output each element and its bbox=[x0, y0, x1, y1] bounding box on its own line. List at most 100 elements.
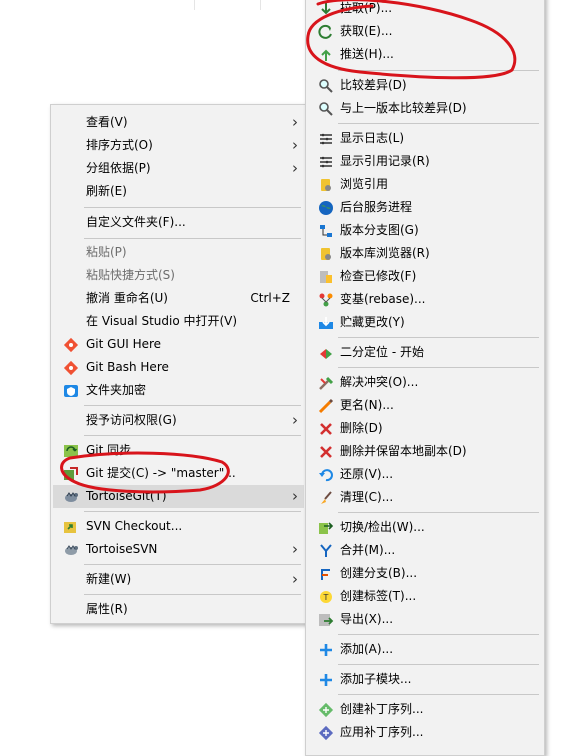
menu-item-cleanup[interactable]: 清理(C)... bbox=[308, 486, 542, 509]
svg-text:T: T bbox=[323, 593, 329, 602]
menu-item-git-sync[interactable]: Git 同步... bbox=[53, 439, 304, 462]
menu-item-create-patch[interactable]: 创建补丁序列... bbox=[308, 698, 542, 721]
menu-item-apply-patch[interactable]: 应用补丁序列... bbox=[308, 721, 542, 744]
menu-item-label: 显示引用记录(R) bbox=[340, 154, 430, 168]
submenu-arrow-icon: › bbox=[292, 411, 298, 429]
menu-item-label: Git Bash Here bbox=[86, 360, 169, 374]
menu-item-paste[interactable]: 粘贴(P) bbox=[53, 241, 304, 264]
branch-icon bbox=[321, 569, 330, 580]
globe-icon bbox=[319, 201, 333, 215]
menu-item-label: 自定义文件夹(F)... bbox=[86, 215, 186, 229]
menu-item-label: 解决冲突(O)... bbox=[340, 375, 419, 389]
menu-item-check-modifications[interactable]: 检查已修改(F) bbox=[308, 265, 542, 288]
submenu-arrow-icon: › bbox=[292, 540, 298, 558]
menu-item-open-visual-studio[interactable]: 在 Visual Studio 中打开(V) bbox=[53, 310, 304, 333]
menu-item-properties[interactable]: 属性(R) bbox=[53, 598, 304, 621]
browse-refs-icon bbox=[321, 179, 331, 191]
column-divider bbox=[194, 0, 195, 10]
menu-item-diff[interactable]: 比较差异(D) bbox=[308, 74, 542, 97]
menu-item-label: 添加(A)... bbox=[340, 642, 394, 656]
menu-item-view[interactable]: 查看(V) › bbox=[53, 111, 304, 134]
plus-icon bbox=[320, 644, 332, 656]
menu-item-sort[interactable]: 排序方式(O) › bbox=[53, 134, 304, 157]
menu-item-revision-graph[interactable]: 版本分支图(G) bbox=[308, 219, 542, 242]
menu-separator bbox=[338, 634, 539, 635]
bisect-icon bbox=[320, 349, 332, 359]
submenu-arrow-icon: › bbox=[292, 570, 298, 588]
menu-item-rebase[interactable]: 变基(rebase)... bbox=[308, 288, 542, 311]
menu-item-label: 添加子模块... bbox=[340, 672, 412, 686]
menu-item-label: 属性(R) bbox=[86, 602, 128, 616]
menu-item-label: 文件夹加密 bbox=[86, 383, 147, 397]
menu-item-repo-browser[interactable]: 版本库浏览器(R) bbox=[308, 242, 542, 265]
menu-item-add[interactable]: 添加(A)... bbox=[308, 638, 542, 661]
menu-item-show-reflog[interactable]: 显示引用记录(R) bbox=[308, 150, 542, 173]
menu-item-show-log[interactable]: 显示日志(L) bbox=[308, 127, 542, 150]
menu-item-label: 拉取(P)... bbox=[340, 1, 393, 15]
menu-item-new[interactable]: 新建(W) › bbox=[53, 568, 304, 591]
export-icon bbox=[319, 614, 334, 626]
menu-item-svn-checkout[interactable]: SVN Checkout... bbox=[53, 515, 304, 538]
menu-item-refresh[interactable]: 刷新(E) bbox=[53, 180, 304, 203]
menu-item-export[interactable]: 导出(X)... bbox=[308, 608, 542, 631]
menu-item-push[interactable]: 推送(H)... bbox=[308, 43, 542, 66]
menu-item-git-gui[interactable]: Git GUI Here bbox=[53, 333, 304, 356]
menu-item-label: 合并(M)... bbox=[340, 543, 396, 557]
menu-item-diff-prev[interactable]: 与上一版本比较差异(D) bbox=[308, 97, 542, 120]
menu-item-label: 创建标签(T)... bbox=[340, 589, 417, 603]
menu-item-rename[interactable]: 更名(N)... bbox=[308, 394, 542, 417]
menu-item-undo-rename[interactable]: 撤消 重命名(U) Ctrl+Z bbox=[53, 287, 304, 310]
menu-item-folder-encrypt[interactable]: 文件夹加密 bbox=[53, 379, 304, 402]
menu-item-git-bash[interactable]: Git Bash Here bbox=[53, 356, 304, 379]
stash-icon bbox=[319, 317, 333, 329]
menu-item-group[interactable]: 分组依据(P) › bbox=[53, 157, 304, 180]
git-diamond-icon bbox=[63, 360, 79, 376]
repo-browser-icon bbox=[321, 248, 331, 260]
menu-separator bbox=[338, 664, 539, 665]
menu-item-bisect-start[interactable]: 二分定位 - 开始 bbox=[308, 341, 542, 364]
menu-item-label: 推送(H)... bbox=[340, 47, 394, 61]
log-icon bbox=[320, 133, 332, 145]
menu-item-git-commit[interactable]: Git 提交(C) -> "master"... bbox=[53, 462, 304, 485]
menu-separator bbox=[84, 594, 301, 595]
menu-item-revert[interactable]: 还原(V)... bbox=[308, 463, 542, 486]
menu-item-add-submodule[interactable]: 添加子模块... bbox=[308, 668, 542, 691]
rename-pen-icon bbox=[318, 398, 334, 414]
menu-item-resolve-conflicts[interactable]: 解决冲突(O)... bbox=[308, 371, 542, 394]
menu-item-label: 后台服务进程 bbox=[340, 200, 413, 214]
menu-item-label: 清理(C)... bbox=[340, 490, 394, 504]
menu-item-create-tag[interactable]: T 创建标签(T)... bbox=[308, 585, 542, 608]
menu-item-fetch[interactable]: 获取(E)... bbox=[308, 20, 542, 43]
menu-item-browse-refs[interactable]: 浏览引用 bbox=[308, 173, 542, 196]
menu-item-tortoisegit[interactable]: TortoiseGit(T) › bbox=[53, 485, 304, 508]
menu-item-tortoisesvn[interactable]: TortoiseSVN › bbox=[53, 538, 304, 561]
menu-item-label: 删除并保留本地副本(D) bbox=[340, 444, 467, 458]
menu-separator bbox=[338, 512, 539, 513]
menu-item-customize-folder[interactable]: 自定义文件夹(F)... bbox=[53, 211, 304, 234]
menu-item-delete-keep-local[interactable]: 删除并保留本地副本(D) bbox=[308, 440, 542, 463]
menu-item-label: 浏览引用 bbox=[340, 177, 389, 191]
tortoisesvn-icon bbox=[65, 545, 78, 555]
menu-item-paste-shortcut[interactable]: 粘贴快捷方式(S) bbox=[53, 264, 304, 287]
revert-icon bbox=[319, 469, 333, 482]
menu-item-label: 排序方式(O) bbox=[86, 138, 153, 152]
menu-separator bbox=[84, 207, 301, 208]
menu-item-merge[interactable]: 合并(M)... bbox=[308, 539, 542, 562]
menu-item-stash[interactable]: 贮藏更改(Y) bbox=[308, 311, 542, 334]
menu-item-switch-checkout[interactable]: 切换/检出(W)... bbox=[308, 516, 542, 539]
menu-item-give-access[interactable]: 授予访问权限(G) › bbox=[53, 409, 304, 432]
menu-item-pull[interactable]: 拉取(P)... bbox=[308, 0, 542, 20]
tag-icon: T bbox=[320, 591, 332, 603]
magnifier-icon bbox=[319, 102, 333, 116]
menu-item-label: 创建补丁序列... bbox=[340, 702, 424, 716]
menu-item-create-branch[interactable]: 创建分支(B)... bbox=[308, 562, 542, 585]
menu-item-delete[interactable]: 删除(D) bbox=[308, 417, 542, 440]
git-diamond-icon bbox=[63, 337, 79, 353]
menu-item-label: 检查已修改(F) bbox=[340, 269, 417, 283]
git-sync-icon bbox=[64, 445, 78, 457]
explorer-background-strip bbox=[0, 0, 300, 10]
menu-item-daemon[interactable]: 后台服务进程 bbox=[308, 196, 542, 219]
plus-icon bbox=[320, 674, 332, 686]
menu-separator bbox=[84, 405, 301, 406]
check-mods-icon bbox=[320, 271, 332, 283]
